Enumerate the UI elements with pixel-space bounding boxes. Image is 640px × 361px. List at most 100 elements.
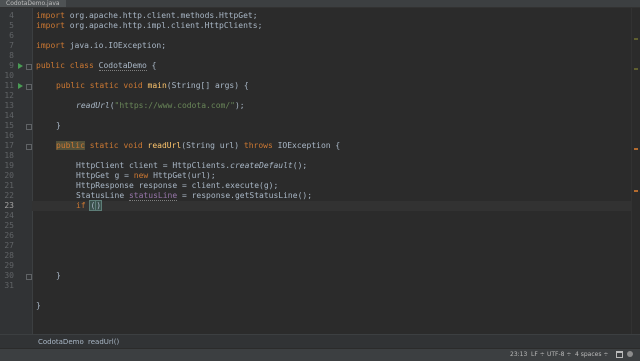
code-line: readUrl("https://www.codota.com/"); (76, 101, 245, 111)
code-text: HttpClient client = HttpClients. (76, 161, 231, 170)
indent-label: 4 spaces (575, 351, 602, 358)
matching-bracket-close: ) (95, 200, 103, 211)
line-number: 8 (9, 51, 14, 60)
code-text: } (56, 271, 61, 280)
keyword-throws: throws (243, 141, 273, 150)
keyword-import: import (36, 21, 65, 30)
string-literal: "https://www.codota.com/" (114, 101, 235, 110)
line-number: 15 (4, 121, 14, 130)
line-number: 25 (4, 221, 14, 230)
code-text: (String[] args) { (166, 81, 249, 90)
code-text: } (36, 301, 41, 310)
line-number: 4 (9, 11, 14, 20)
code-line: import java.io.IOException; (36, 41, 166, 51)
code-line: import org.apache.http.client.methods.Ht… (36, 11, 258, 21)
method-name-readurl: readUrl (147, 141, 182, 150)
line-number: 21 (4, 181, 14, 190)
error-stripe[interactable] (631, 8, 640, 334)
status-bar: 23:13 LF ÷ UTF-8 ÷ 4 spaces ÷ (0, 348, 640, 361)
warning-marker[interactable] (634, 68, 638, 70)
line-number: 10 (4, 71, 14, 80)
code-line: } (36, 301, 41, 311)
unused-variable-statusline: statusLine (128, 191, 178, 201)
keyword-public: public (56, 141, 85, 150)
warning-marker[interactable] (634, 190, 638, 192)
current-code-line[interactable]: if () (32, 200, 632, 211)
fold-icon[interactable] (26, 274, 32, 280)
code-line: import org.apache.http.impl.client.HttpC… (36, 21, 262, 31)
inspector-icon[interactable] (627, 351, 633, 357)
line-number: 6 (9, 31, 14, 40)
line-number: 14 (4, 111, 14, 120)
line-number: 20 (4, 171, 14, 180)
indent-dropdown-icon: ÷ (603, 351, 609, 358)
line-number: 27 (4, 241, 14, 250)
import-path: org.apache.http.client.methods.HttpGet; (64, 11, 258, 20)
code-text: HttpGet g = (76, 171, 134, 180)
keyword-new: new (133, 171, 149, 180)
encoding-label: UTF-8 (547, 351, 565, 358)
code-text: } (56, 121, 61, 130)
keyword-if: if (76, 201, 86, 210)
keyword-public-static-void: public static void (56, 81, 143, 90)
code-text: (); (292, 161, 308, 170)
warning-marker[interactable] (634, 148, 638, 150)
line-number: 5 (9, 21, 14, 30)
code-line: } (56, 121, 61, 131)
line-ending[interactable]: LF ÷ (531, 351, 545, 359)
code-text: { (146, 61, 157, 70)
tab-codotademo-java[interactable]: CodotaDemo.java (0, 0, 66, 7)
method-name-main: main (147, 81, 167, 90)
file-encoding[interactable]: UTF-8 ÷ (547, 351, 571, 359)
keyword-public-class: public class (36, 61, 94, 70)
breadcrumb-class[interactable]: CodotaDemo (38, 338, 84, 346)
run-main-icon[interactable] (18, 83, 23, 89)
line-number: 26 (4, 231, 14, 240)
line-number: 28 (4, 251, 14, 260)
line-number: 24 (4, 211, 14, 220)
keyword-import: import (36, 11, 65, 20)
fold-icon[interactable] (26, 144, 32, 150)
line-number: 29 (4, 261, 14, 270)
warning-marker[interactable] (634, 38, 638, 40)
code-line: StatusLine statusLine = response.getStat… (76, 191, 312, 201)
code-line: public static void main(String[] args) { (56, 81, 249, 91)
fold-icon[interactable] (26, 64, 32, 70)
line-number: 12 (4, 91, 14, 100)
line-ending-dropdown-icon: ÷ (539, 351, 545, 358)
import-path: org.apache.http.impl.client.HttpClients; (64, 21, 263, 30)
line-number: 31 (4, 281, 14, 290)
indent-setting[interactable]: 4 spaces ÷ (575, 351, 608, 359)
method-create-default: createDefault (230, 161, 293, 170)
line-number: 11 (4, 81, 14, 90)
code-editor[interactable]: 4 5 6 7 8 9 10 11 12 13 14 15 16 17 18 1… (0, 8, 640, 334)
code-text: = response.getStatusLine(); (177, 191, 313, 200)
line-number: 13 (4, 101, 14, 110)
code-text: HttpGet(url); (148, 171, 216, 180)
breadcrumb-separator: › (80, 337, 83, 345)
code-text: HttpResponse response = client.execute(g… (76, 181, 279, 190)
encoding-dropdown-icon: ÷ (566, 351, 572, 358)
line-number: 18 (4, 151, 14, 160)
code-text: ); (234, 101, 245, 110)
keyword-import: import (36, 41, 65, 50)
line-ending-label: LF (531, 351, 538, 358)
method-call-readurl: readUrl (76, 101, 110, 110)
code-line: public class CodotaDemo { (36, 61, 156, 71)
import-path: java.io.IOException; (64, 41, 167, 50)
breadcrumb: CodotaDemo › readUrl() (0, 334, 640, 349)
code-line: HttpResponse response = client.execute(g… (76, 181, 278, 191)
breadcrumb-method[interactable]: readUrl() (88, 338, 119, 346)
editor-tab-bar: CodotaDemo.java (0, 0, 640, 8)
caret-position[interactable]: 23:13 (510, 351, 527, 359)
class-name: CodotaDemo (98, 61, 147, 71)
line-number: 16 (4, 131, 14, 140)
fold-icon[interactable] (26, 124, 32, 130)
lock-icon[interactable] (616, 351, 623, 358)
code-area[interactable]: import org.apache.http.client.methods.Ht… (32, 8, 632, 334)
keyword-static-void: static void (84, 141, 148, 150)
run-class-icon[interactable] (18, 63, 23, 69)
code-line: HttpGet g = new HttpGet(url); (76, 171, 216, 181)
fold-icon[interactable] (26, 84, 32, 90)
